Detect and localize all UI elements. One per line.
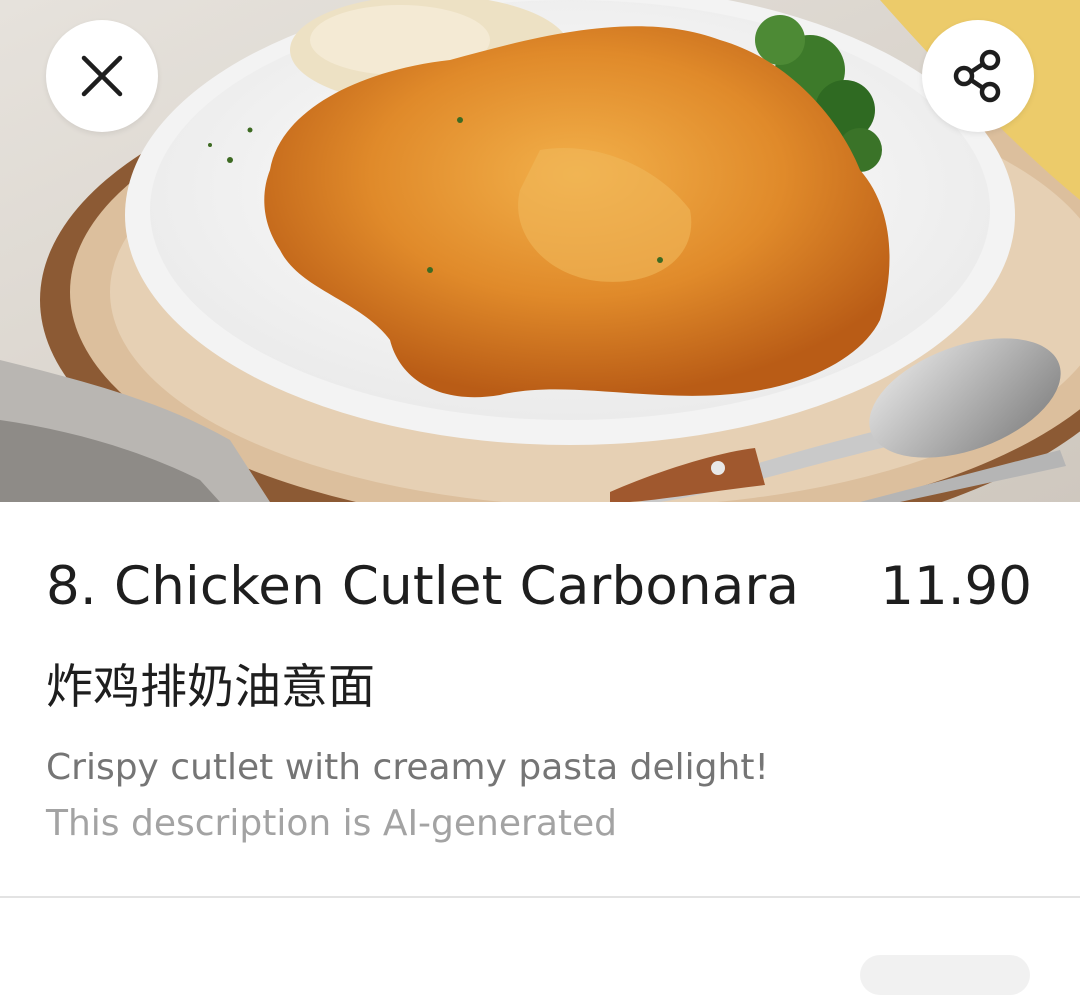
share-button[interactable] — [922, 20, 1034, 132]
ai-generated-note: This description is AI-generated — [46, 803, 617, 844]
item-title: 8. Chicken Cutlet Carbonara — [46, 556, 800, 617]
item-price: 11.90 — [880, 556, 1032, 617]
item-name-chinese: 炸鸡排奶油意面 — [46, 660, 375, 715]
close-button[interactable] — [46, 20, 158, 132]
section-divider — [0, 896, 1080, 898]
partial-bottom-control — [860, 955, 1030, 995]
close-icon — [81, 55, 123, 97]
item-description: Crispy cutlet with creamy pasta delight! — [46, 747, 769, 788]
share-icon — [953, 49, 1001, 103]
food-photo — [0, 0, 1080, 502]
